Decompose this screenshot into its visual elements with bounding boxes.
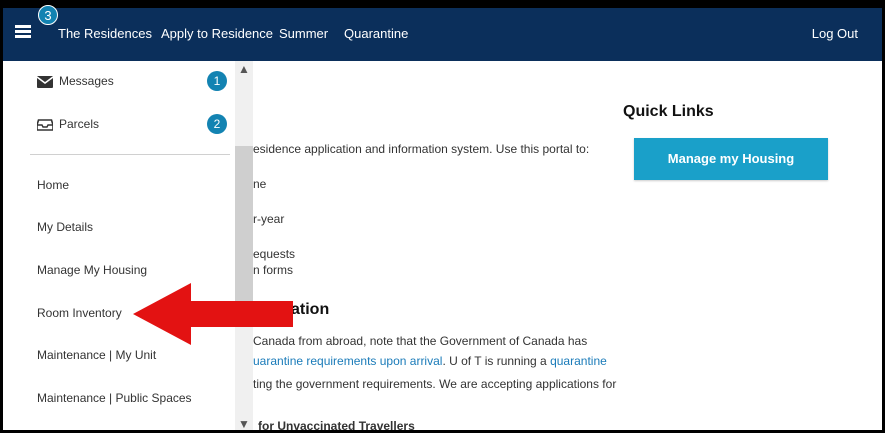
envelope-icon bbox=[36, 75, 54, 88]
drawer-item-maintenance-public-spaces[interactable]: Maintenance | Public Spaces bbox=[37, 391, 192, 405]
chevron-up-icon[interactable]: ▲ bbox=[238, 63, 250, 75]
top-strip bbox=[3, 0, 882, 8]
red-arrow-annotation bbox=[133, 283, 293, 345]
subheading: for Unvaccinated Travellers bbox=[258, 419, 415, 433]
top-navbar: 3 The Residences Apply to Residence Summ… bbox=[3, 0, 882, 61]
drawer-item-room-inventory[interactable]: Room Inventory bbox=[37, 306, 122, 320]
inbox-tray-icon bbox=[36, 118, 54, 131]
notification-badge: 3 bbox=[38, 5, 58, 25]
drawer-divider bbox=[30, 154, 230, 155]
intro-text: esidence application and information sys… bbox=[253, 142, 590, 156]
nav-summer[interactable]: Summer bbox=[279, 26, 328, 41]
drawer-item-manage-my-housing[interactable]: Manage My Housing bbox=[37, 263, 147, 277]
messages-link[interactable]: Messages bbox=[59, 74, 114, 88]
side-drawer: Messages 1 Parcels 2 Home My Details Man… bbox=[6, 61, 236, 430]
quick-links-title: Quick Links bbox=[623, 103, 714, 120]
hamburger-menu-button[interactable] bbox=[15, 25, 31, 39]
paragraph-line: uarantine requirements upon arrival. U o… bbox=[253, 354, 607, 368]
app-window: 3 The Residences Apply to Residence Summ… bbox=[0, 0, 885, 433]
list-item-fragment: ne bbox=[253, 177, 267, 191]
list-item-fragment: equests bbox=[253, 247, 296, 261]
parcels-link[interactable]: Parcels bbox=[59, 117, 99, 131]
manage-my-housing-button[interactable]: Manage my Housing bbox=[634, 138, 828, 180]
nav-apply-to-residence[interactable]: Apply to Residence bbox=[161, 26, 273, 41]
quarantine-link[interactable]: quarantine bbox=[550, 354, 607, 368]
chevron-down-icon[interactable]: ▼ bbox=[238, 418, 250, 430]
messages-count-badge: 1 bbox=[207, 71, 227, 91]
nav-the-residences[interactable]: The Residences bbox=[58, 26, 152, 41]
list-item-fragment: r-year bbox=[253, 212, 285, 226]
parcels-count-badge: 2 bbox=[207, 114, 227, 134]
drawer-item-home[interactable]: Home bbox=[37, 178, 69, 192]
list-item-fragment: n forms bbox=[253, 263, 294, 277]
section-heading: ation bbox=[291, 301, 330, 318]
drawer-item-my-details[interactable]: My Details bbox=[37, 220, 93, 234]
quarantine-requirements-link[interactable]: uarantine requirements upon arrival bbox=[253, 354, 442, 368]
paragraph-line: ting the government requirements. We are… bbox=[253, 377, 617, 391]
paragraph-line: Canada from abroad, note that the Govern… bbox=[253, 334, 588, 348]
logout-link[interactable]: Log Out bbox=[812, 26, 858, 41]
nav-quarantine[interactable]: Quarantine bbox=[344, 26, 408, 41]
paragraph-text: . U of T is running a bbox=[442, 354, 551, 368]
drawer-item-maintenance-my-unit[interactable]: Maintenance | My Unit bbox=[37, 348, 156, 362]
